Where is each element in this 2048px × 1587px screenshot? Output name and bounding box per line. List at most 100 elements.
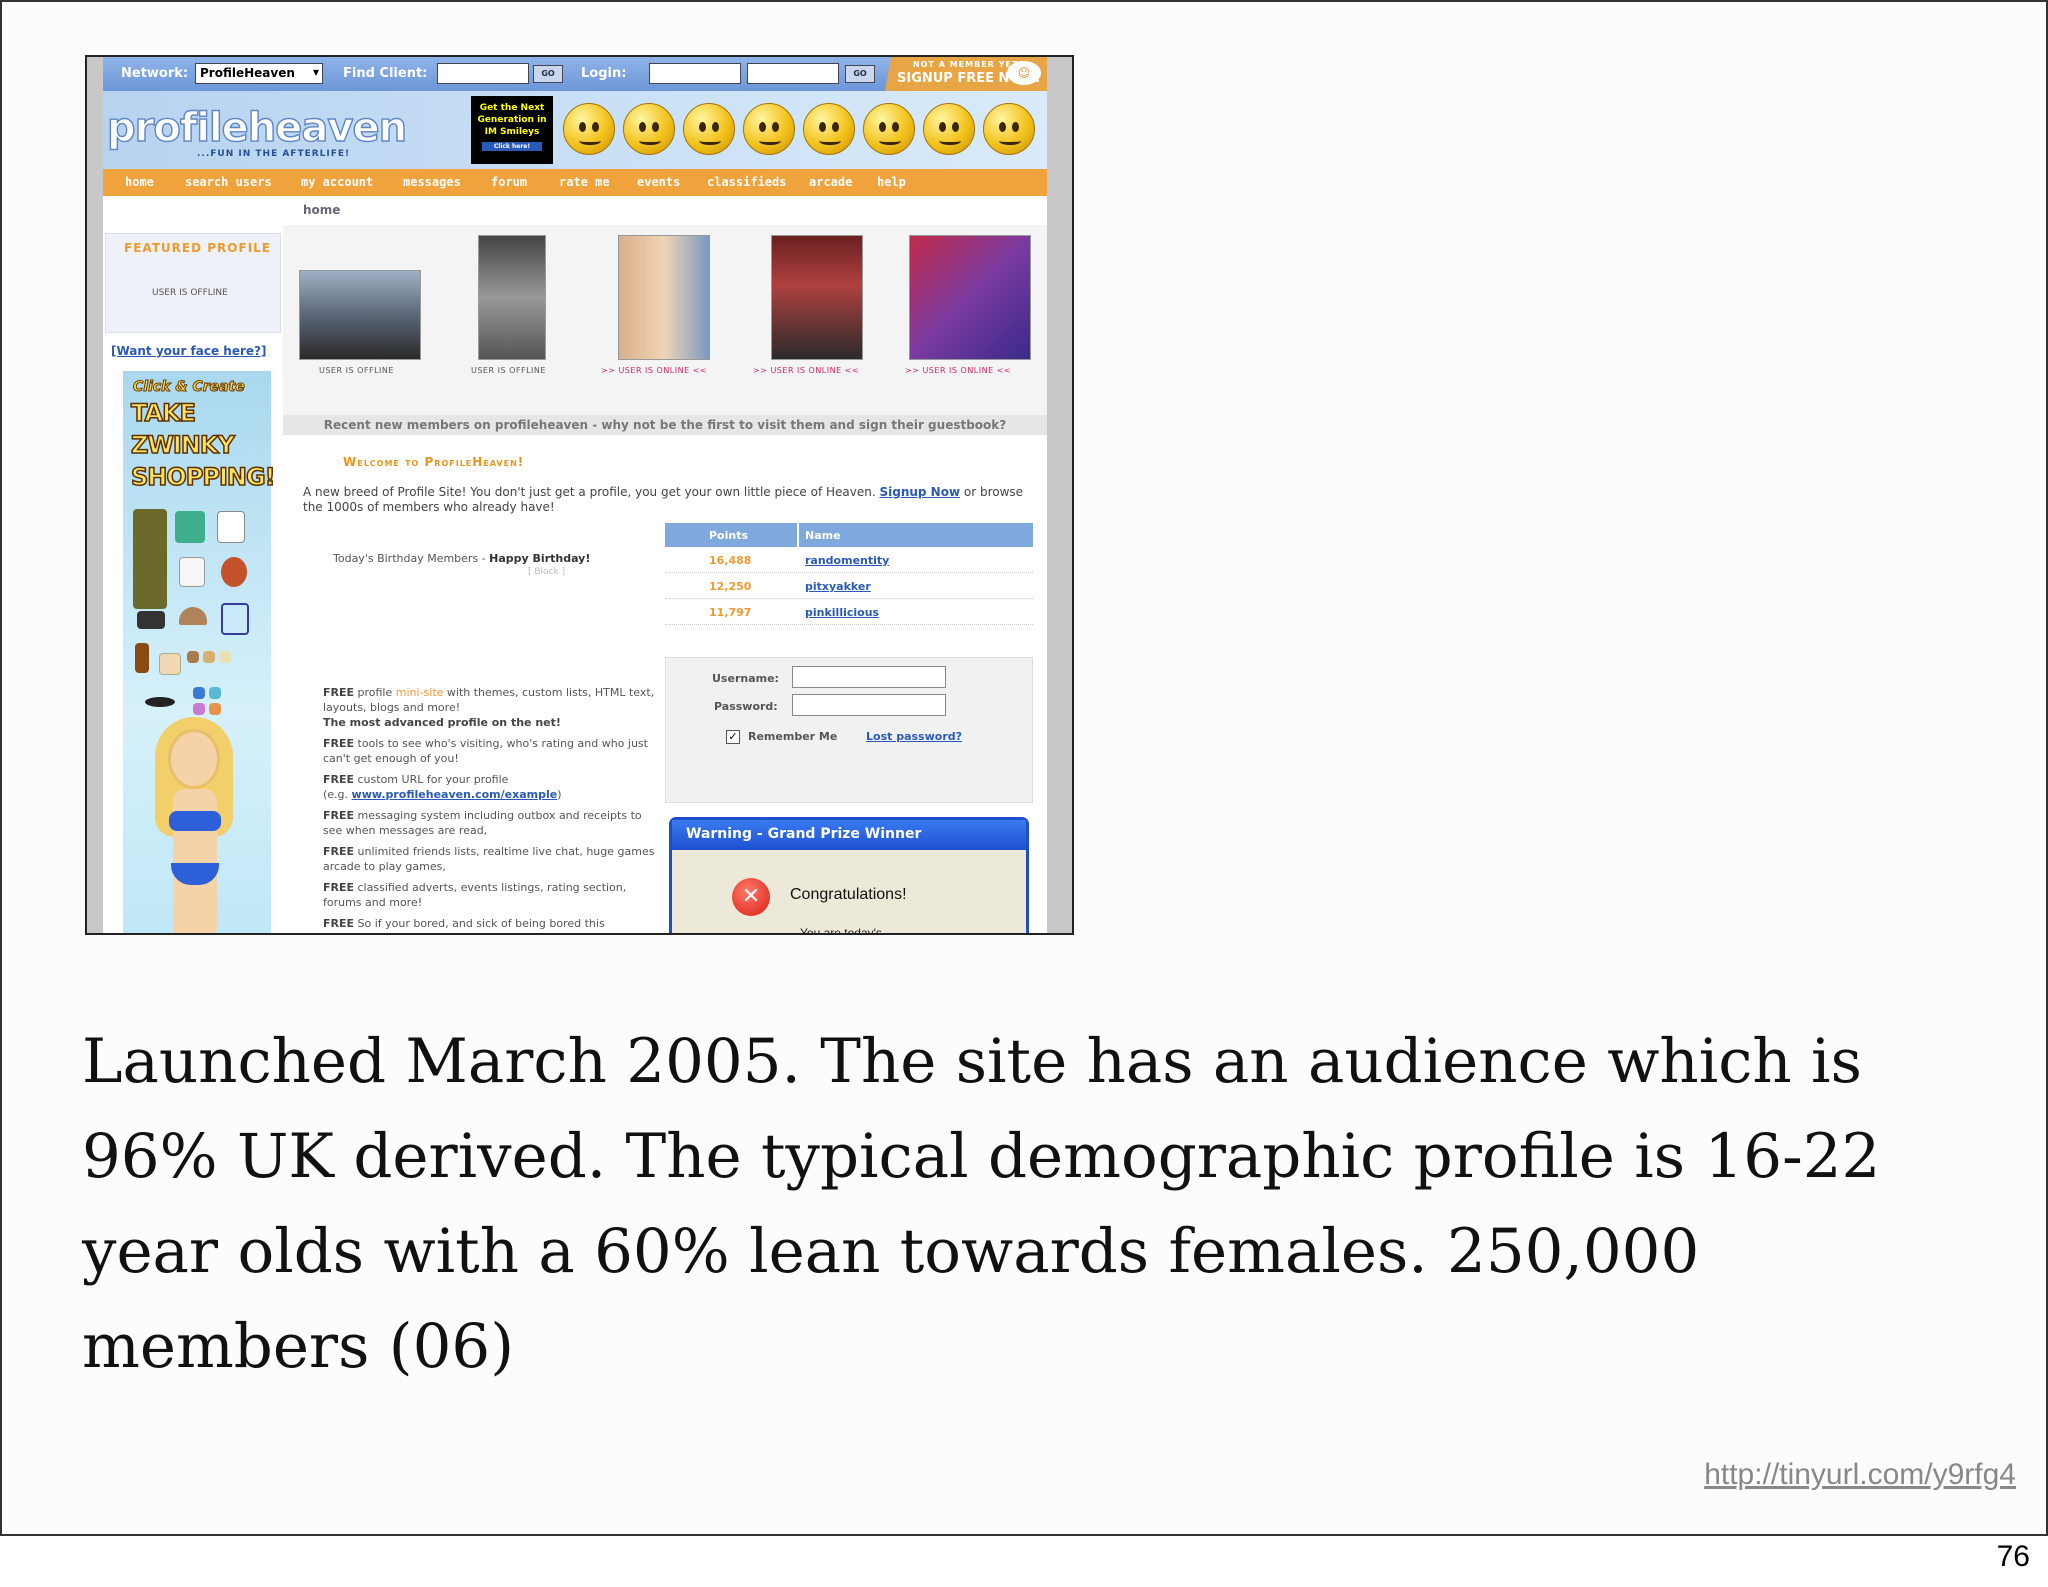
remember-me-checkbox[interactable]: ✓ <box>726 730 740 744</box>
menu-item-arcade[interactable]: arcade <box>809 175 852 189</box>
username-label: Username: <box>712 672 779 685</box>
features-list: FREE profile mini-site with themes, cust… <box>323 685 663 933</box>
find-client-label: Find Client: <box>343 66 428 81</box>
birthday-greeting: Happy Birthday! <box>489 552 591 565</box>
bag-icon <box>221 603 249 635</box>
member-name-link[interactable]: pinkillicious <box>805 606 879 619</box>
find-client-input[interactable] <box>437 63 529 84</box>
left-column: FEATURED PROFILE USER IS OFFLINE [Want y… <box>103 233 283 933</box>
profileheaven-page: Network: ProfileHeaven ▾ Find Client: GO… <box>103 57 1047 935</box>
website-screenshot: Network: ProfileHeaven ▾ Find Client: GO… <box>85 55 1074 935</box>
dialog-message: Congratulations! <box>790 886 907 903</box>
feature-free: FREE <box>323 686 355 699</box>
zwinky-line-zwinky: ZWINKY <box>130 430 235 460</box>
recent-members-row: USER IS OFFLINE USER IS OFFLINE >> USER … <box>283 225 1047 415</box>
feature-item: FREE profile mini-site with themes, cust… <box>323 685 663 730</box>
menu-item-search-users[interactable]: search users <box>185 175 272 189</box>
breadcrumb: home <box>303 203 341 217</box>
points-value: 11,797 <box>709 606 752 619</box>
feature-text: custom URL for your profile <box>354 773 509 786</box>
menu-item-messages[interactable]: messages <box>403 175 461 189</box>
slide: Network: ProfileHeaven ▾ Find Client: GO… <box>0 0 2048 1536</box>
swatch-icon <box>219 651 231 663</box>
network-select[interactable]: ProfileHeaven ▾ <box>195 63 323 84</box>
menu-item-classifieds[interactable]: classifieds <box>707 175 786 189</box>
want-your-face-link[interactable]: [Want your face here?] <box>111 344 266 358</box>
menu-item-rate-me[interactable]: rate me <box>559 175 610 189</box>
member-status: USER IS OFFLINE <box>471 366 546 375</box>
lost-password-link[interactable]: Lost password? <box>866 730 962 743</box>
feature-text: (e.g. <box>323 788 352 801</box>
shirt-icon <box>217 511 245 543</box>
name-column-header: Name <box>805 529 841 542</box>
member-name-link[interactable]: pitxyakker <box>805 580 871 593</box>
feature-free: FREE <box>323 773 355 786</box>
example-url-link[interactable]: www.profileheaven.com/example <box>352 788 558 801</box>
speech-bubble-icon: ☺ <box>1007 61 1041 85</box>
menu-item-help[interactable]: help <box>877 175 906 189</box>
signup-banner[interactable]: NOT A MEMBER YET? SIGNUP FREE NOW! ☺ <box>877 57 1047 91</box>
points-column-header: Points <box>709 529 749 542</box>
error-icon: ✕ <box>732 878 770 916</box>
source-url-link[interactable]: http://tinyurl.com/y9rfg4 <box>1704 1458 2016 1492</box>
menu-item-home[interactable]: home <box>125 175 154 189</box>
feature-free: FREE <box>323 809 355 822</box>
member-photo[interactable] <box>771 235 863 360</box>
smiley-icon <box>923 103 975 155</box>
smiley-icon <box>863 103 915 155</box>
network-select-value: ProfileHeaven <box>200 66 295 80</box>
intro-text: A new breed of Profile Site! You don't j… <box>303 485 1033 515</box>
swatch-icon <box>209 687 221 699</box>
ad-click-button[interactable]: Click here! <box>482 142 542 151</box>
shorts-icon <box>137 611 165 629</box>
warning-dialog[interactable]: Warning - Grand Prize Winner ✕ Congratul… <box>669 817 1029 935</box>
member-photo[interactable] <box>618 235 710 360</box>
member-photo[interactable] <box>909 235 1031 360</box>
menu-item-events[interactable]: events <box>637 175 680 189</box>
feature-text: So if your bored, and sick of being bore… <box>354 917 605 930</box>
login-go-button[interactable]: GO <box>845 65 875 83</box>
find-client-go-button[interactable]: GO <box>533 65 563 83</box>
intro-text-part: A new breed of Profile Site! You don't j… <box>303 485 880 499</box>
signup-now-link[interactable]: Signup Now <box>879 485 960 499</box>
swatch-icon <box>187 651 199 663</box>
login-username-input[interactable] <box>649 63 741 84</box>
menu-item-my-account[interactable]: my account <box>301 175 373 189</box>
dialog-message-more: You are today's <box>800 926 882 935</box>
face-icon <box>159 653 181 675</box>
login-password-input[interactable] <box>747 63 839 84</box>
site-logo[interactable]: profileheaven <box>106 104 407 151</box>
username-field[interactable] <box>792 666 946 688</box>
mini-site-text: mini-site <box>395 686 444 699</box>
member-photo[interactable] <box>299 270 421 360</box>
feature-text: profile <box>354 686 396 699</box>
member-photo[interactable] <box>478 235 546 360</box>
member-name-link[interactable]: randomentity <box>805 554 889 567</box>
smiley-icon <box>983 103 1035 155</box>
member-status: USER IS OFFLINE <box>319 366 394 375</box>
menu-item-forum[interactable]: forum <box>491 175 527 189</box>
member-status: >> USER IS ONLINE << <box>753 366 860 375</box>
swatch-icon <box>209 703 221 715</box>
zwinky-line-take: TAKE <box>130 398 197 428</box>
welcome-heading: Welcome to ProfileHeaven! <box>343 455 525 469</box>
shirt-icon <box>175 511 205 543</box>
zwinky-ad[interactable]: Click & Create TAKE ZWINKY SHOPPING! <box>123 371 276 933</box>
boots-icon <box>135 643 149 673</box>
smileys-ad[interactable]: Get the Next Generation in IM Smileys Cl… <box>471 96 553 164</box>
table-row: 11,797 pinkillicious <box>665 599 1033 625</box>
feature-free: FREE <box>323 845 355 858</box>
chevron-down-icon: ▾ <box>312 65 319 79</box>
swatch-icon <box>193 687 205 699</box>
password-field[interactable] <box>792 694 946 716</box>
main-menu: home search users my account messages fo… <box>103 169 1047 196</box>
cap-icon <box>179 607 207 625</box>
table-row: 12,250 pitxyakker <box>665 573 1033 599</box>
feature-free: FREE <box>323 881 355 894</box>
member-status: >> USER IS ONLINE << <box>905 366 1012 375</box>
birthday-block-link[interactable]: [ Block ] <box>528 567 565 577</box>
swatch-icon <box>203 651 215 663</box>
remember-me-label: Remember Me <box>748 730 838 743</box>
smiley-icon <box>683 103 735 155</box>
hood-icon <box>179 557 205 587</box>
